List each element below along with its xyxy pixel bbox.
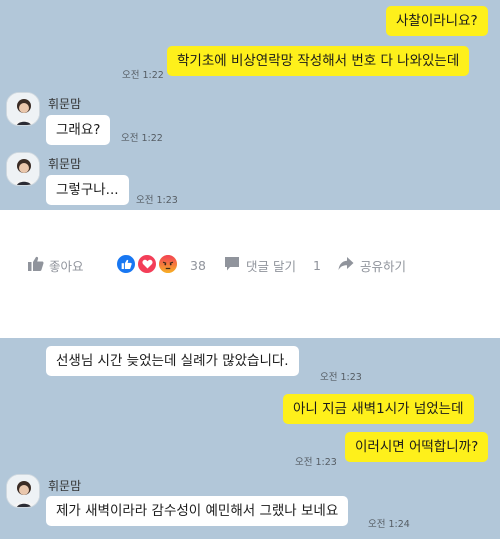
my-message-bubble: 학기초에 비상연락망 작성해서 번호 다 나와있는데: [167, 46, 470, 76]
message-timestamp: 오전 1:22: [121, 133, 163, 144]
message-timestamp: 오전 1:23: [320, 372, 362, 383]
message-timestamp: 오전 1:23: [136, 195, 178, 206]
like-reaction-icon[interactable]: [115, 253, 137, 275]
reaction-count[interactable]: 38: [190, 256, 206, 274]
angry-reaction-icon[interactable]: [157, 253, 179, 275]
message-timestamp: 오전 1:23: [295, 457, 337, 468]
avatar-icon[interactable]: [6, 152, 40, 186]
my-message-bubble: 이러시면 어떡합니까?: [345, 432, 489, 462]
avatar-icon[interactable]: [6, 92, 40, 126]
share-icon: [338, 256, 354, 274]
comment-label: 댓글 달기: [246, 258, 296, 274]
sender-name: 휘문맘: [48, 97, 82, 111]
thumbs-up-icon: [27, 256, 44, 275]
like-label: 좋아요: [49, 258, 84, 274]
comment-count: 1: [313, 257, 321, 273]
sender-name: 휘문맘: [48, 479, 82, 493]
comment-icon: [224, 256, 240, 275]
message-timestamp: 오전 1:24: [368, 519, 410, 530]
my-message-bubble: 아니 지금 새벽1시가 넘었는데: [283, 394, 474, 424]
message-timestamp: 오전 1:22: [122, 70, 164, 81]
their-message-bubble: 그래요?: [46, 115, 111, 145]
my-message-bubble: 사찰이라니요?: [386, 6, 488, 36]
share-label: 공유하기: [360, 258, 407, 274]
heart-reaction-icon[interactable]: [136, 253, 158, 275]
their-message-bubble: 그렇구나...: [46, 175, 129, 205]
comment-button[interactable]: 댓글 달기: [224, 256, 296, 274]
chat-screenshot-bottom: 선생님 시간 늦었는데 실례가 많았습니다. 오전 1:23 아니 지금 새벽1…: [0, 338, 500, 539]
their-message-bubble: 선생님 시간 늦었는데 실례가 많았습니다.: [46, 346, 299, 376]
like-button[interactable]: 좋아요: [27, 256, 84, 274]
their-message-bubble: 제가 새벽이라라 감수성이 예민해서 그랬나 보네요: [46, 496, 349, 526]
share-button[interactable]: 공유하기: [338, 256, 406, 274]
sender-name: 휘문맘: [48, 157, 82, 171]
chat-screenshot-top: 사찰이라니요? 학기초에 비상연락망 작성해서 번호 다 나와있는데 오전 1:…: [0, 0, 500, 210]
avatar-icon[interactable]: [6, 474, 40, 508]
